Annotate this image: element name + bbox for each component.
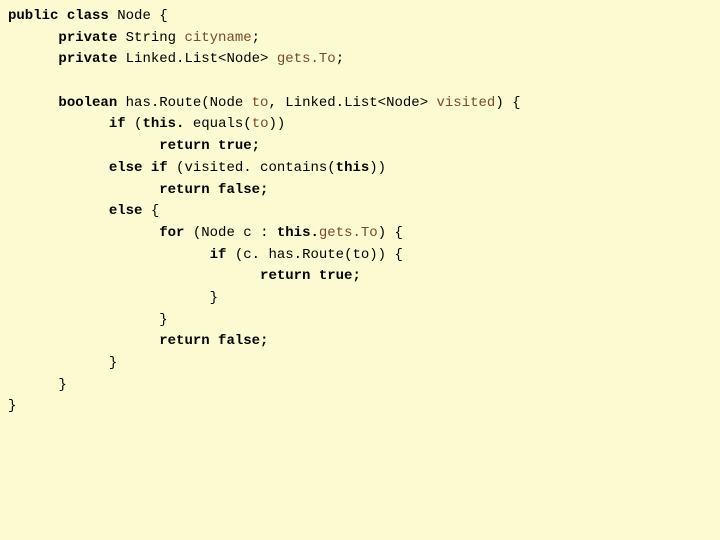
text-string: String: [117, 30, 184, 46]
text-semi: ;: [336, 51, 344, 67]
text-semi: ;: [252, 30, 260, 46]
brace-close: }: [109, 355, 117, 371]
kw-this: this.: [277, 225, 319, 241]
text-visited-contains: (visited. contains(: [168, 160, 336, 176]
kw-return-false: return false;: [159, 182, 268, 198]
kw-return-true: return true;: [159, 138, 260, 154]
id-visited: visited: [437, 95, 496, 111]
kw-private: private: [58, 30, 117, 46]
kw-for: for: [159, 225, 184, 241]
kw-this: this: [336, 160, 370, 176]
id-getsto: gets.To: [319, 225, 378, 241]
text-comma-ll: , Linked.List<Node>: [268, 95, 436, 111]
id-cityname: cityname: [184, 30, 251, 46]
id-getsto: gets.To: [277, 51, 336, 67]
text-brace-open: {: [142, 203, 159, 219]
kw-class: class: [67, 8, 109, 24]
kw-private: private: [58, 51, 117, 67]
text-paren-brace: ) {: [495, 95, 520, 111]
text-close-pp: )): [369, 160, 386, 176]
text-c-hasroute: (c. has.Route(to)) {: [226, 247, 402, 263]
text-equals: equals(: [184, 116, 251, 132]
kw-else-if: else if: [109, 160, 168, 176]
kw-return-true: return true;: [260, 268, 361, 284]
brace-close: }: [58, 377, 66, 393]
text-ll-node: Linked.List<Node>: [117, 51, 277, 67]
brace-close: }: [8, 398, 16, 414]
text-hasroute-open: has.Route(Node: [117, 95, 251, 111]
text-close-pp: )): [269, 116, 286, 132]
brace-close: }: [210, 290, 218, 306]
brace-close: }: [159, 312, 167, 328]
text-for-open: (Node c :: [184, 225, 276, 241]
text-node-open: Node {: [109, 8, 168, 24]
kw-boolean: boolean: [58, 95, 117, 111]
kw-return-false: return false;: [159, 333, 268, 349]
kw-if: if: [109, 116, 126, 132]
code-block: public class Node { private String cityn…: [8, 6, 712, 418]
kw-this: this.: [142, 116, 184, 132]
kw-else: else: [109, 203, 143, 219]
kw-public: public: [8, 8, 58, 24]
text-open-paren: (: [126, 116, 143, 132]
text-for-close: ) {: [378, 225, 403, 241]
kw-if: if: [210, 247, 227, 263]
id-to: to: [252, 116, 269, 132]
id-to: to: [252, 95, 269, 111]
